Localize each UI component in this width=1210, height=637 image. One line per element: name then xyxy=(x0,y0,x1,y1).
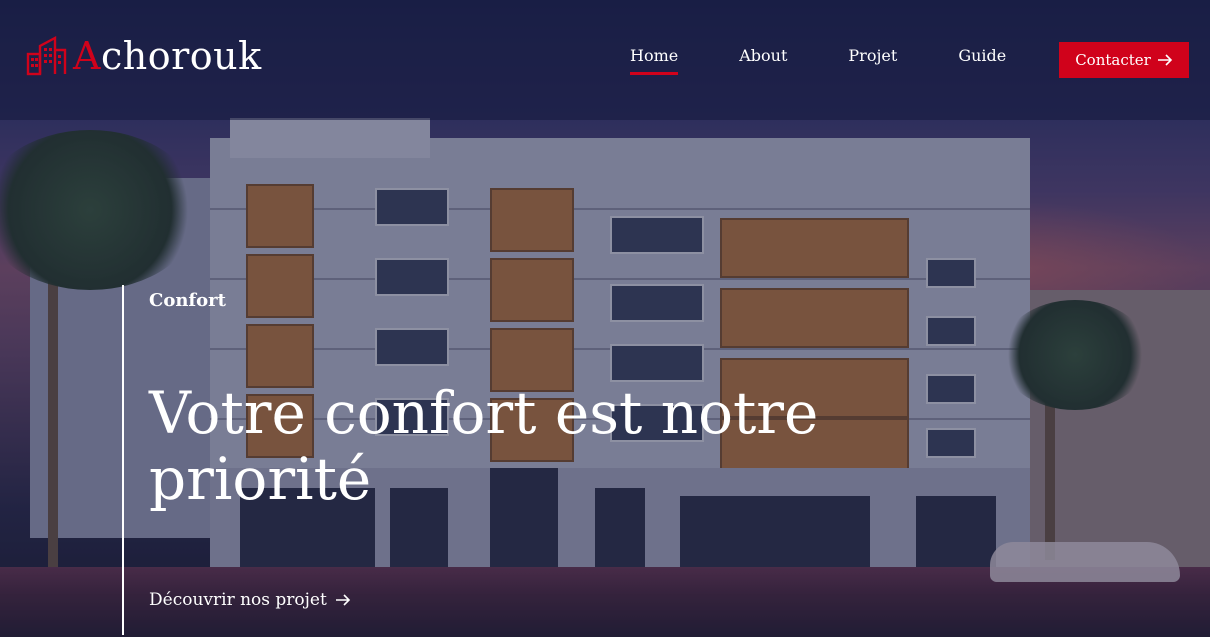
buildings-logo-icon xyxy=(26,36,67,76)
brand-name-rest: chorouk xyxy=(100,34,262,78)
nav-item-home[interactable]: Home xyxy=(630,46,679,75)
hero-eyebrow: Confort xyxy=(149,290,226,311)
hero-divider-line xyxy=(122,285,124,635)
site-header: Achorouk Home About Projet Guide Contact… xyxy=(0,0,1210,120)
main-nav: Home About Projet Guide xyxy=(630,46,1006,75)
nav-item-projet[interactable]: Projet xyxy=(848,46,897,75)
discover-projects-link[interactable]: Découvrir nos projet xyxy=(149,590,351,610)
discover-projects-label: Découvrir nos projet xyxy=(149,590,327,610)
nav-item-about[interactable]: About xyxy=(739,46,787,75)
arrow-right-icon xyxy=(1157,54,1172,66)
contact-button[interactable]: Contacter xyxy=(1059,42,1189,78)
hero-headline: Votre confort est notre priorité xyxy=(149,379,819,513)
arrow-right-icon xyxy=(335,594,350,606)
brand-name: Achorouk xyxy=(73,34,262,78)
nav-item-guide[interactable]: Guide xyxy=(958,46,1006,75)
brand-name-initial: A xyxy=(73,34,101,78)
brand-logo[interactable]: Achorouk xyxy=(25,34,262,78)
contact-button-label: Contacter xyxy=(1075,51,1151,69)
